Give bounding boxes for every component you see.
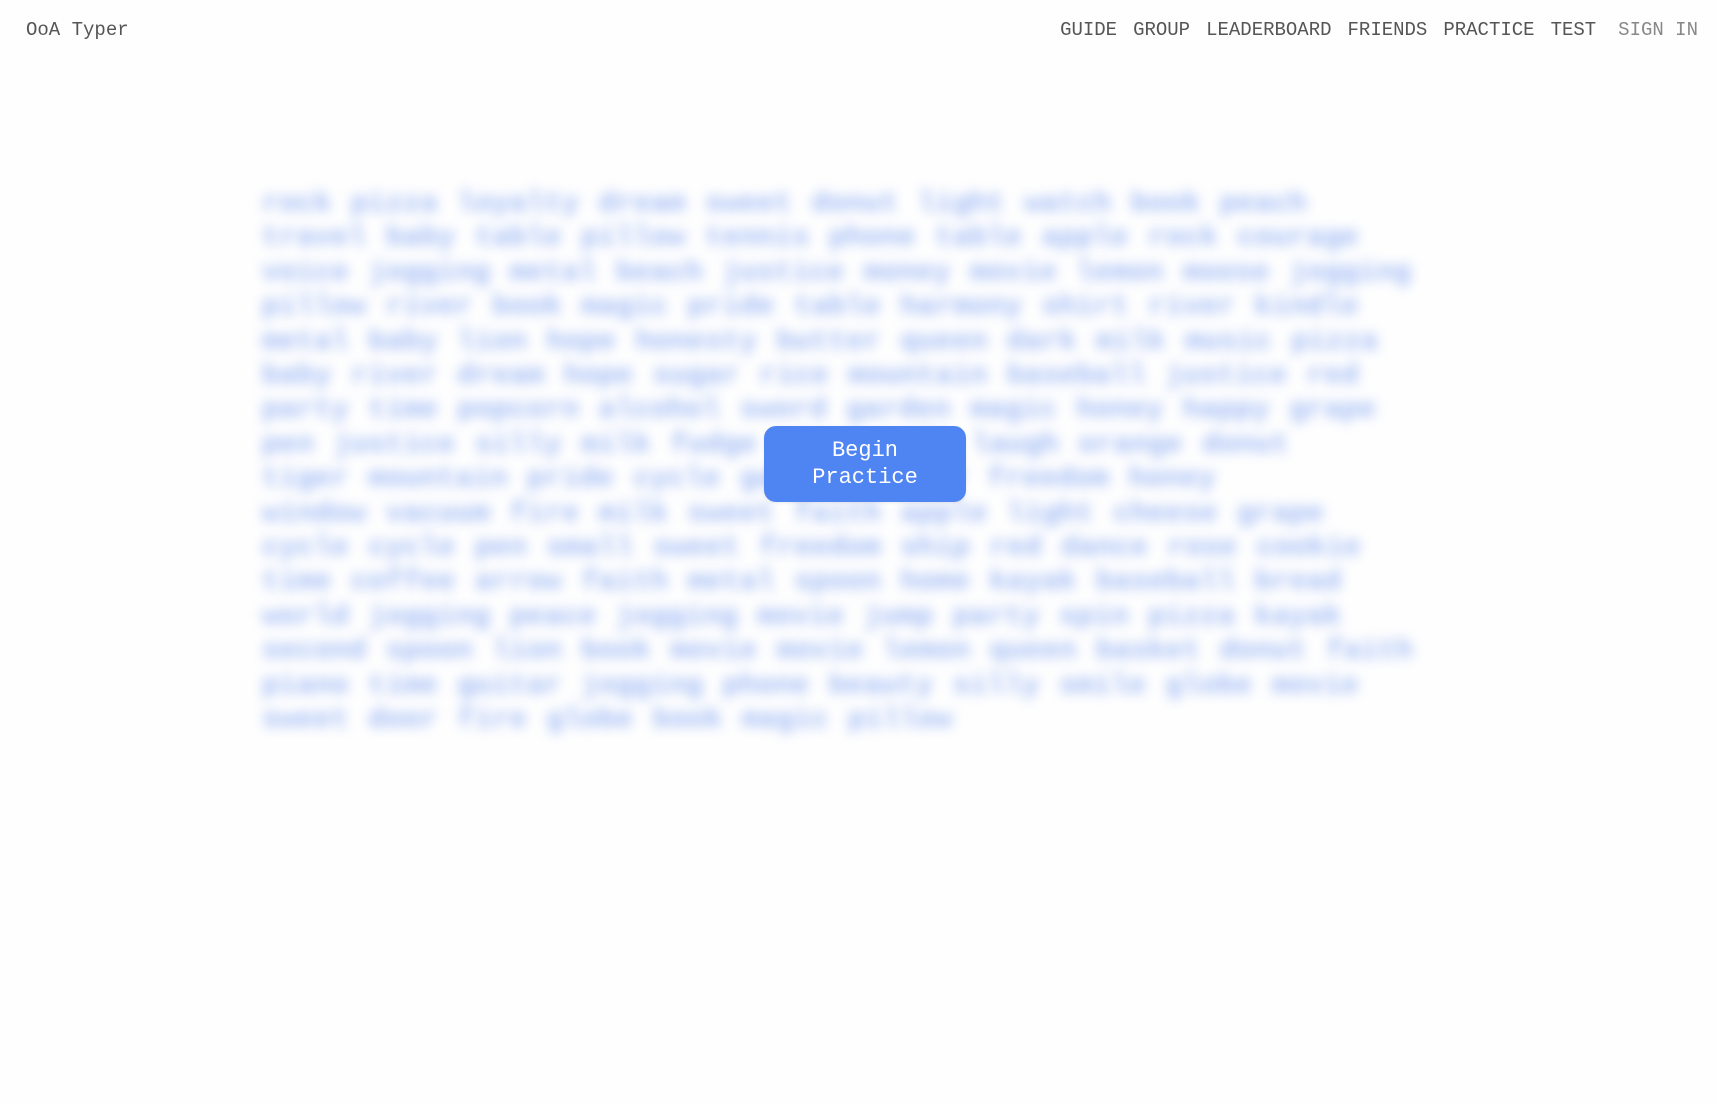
word-line: pillow river book magic pride table harm…: [262, 290, 1359, 324]
word-line: rock pizza loyalty dream sweet donut lig…: [262, 187, 1307, 220]
nav-leaderboard-link[interactable]: LEADERBOARD: [1206, 19, 1331, 41]
word-line: second spoon lion book movie movie lemon…: [262, 634, 1414, 668]
word-line: piano time guitar jogging phone beauty s…: [262, 668, 1359, 702]
begin-practice-button[interactable]: Begin Practice: [764, 426, 966, 502]
word-line: travel baby table pillow tennis phone ta…: [262, 221, 1359, 255]
nav-test-link[interactable]: TEST: [1551, 19, 1597, 41]
nav-links: GUIDE GROUP LEADERBOARD FRIENDS PRACTICE…: [1044, 19, 1698, 41]
brand-logo-link[interactable]: OoA Typer: [26, 19, 129, 41]
word-line: voice jogging metal beach justice money …: [262, 255, 1412, 289]
word-line: sweet door fire globe book magic pillow: [262, 703, 953, 737]
word-line: baby river dream hope sugar rice mountai…: [262, 359, 1359, 393]
nav-practice-link[interactable]: PRACTICE: [1443, 19, 1534, 41]
begin-practice-label: Begin Practice: [812, 438, 918, 490]
nav-friends-link[interactable]: FRIENDS: [1348, 19, 1428, 41]
word-line: world jogging peace jogging movie jump p…: [262, 599, 1342, 633]
top-navbar: OoA Typer GUIDE GROUP LEADERBOARD FRIEND…: [0, 0, 1717, 62]
word-line: cycle cycle pen small sweet freedom ship…: [262, 531, 1361, 565]
nav-group-link[interactable]: GROUP: [1133, 19, 1190, 41]
nav-guide-link[interactable]: GUIDE: [1060, 19, 1117, 41]
word-line: metal baby lion hope honesty butter quee…: [262, 324, 1379, 358]
page: OoA Typer GUIDE GROUP LEADERBOARD FRIEND…: [0, 0, 1717, 1104]
word-line: party time popcorn alcohol sword garden …: [262, 393, 1377, 427]
sign-in-link[interactable]: SIGN IN: [1618, 19, 1698, 41]
word-line: time coffee arrow faith metal spoon home…: [262, 565, 1342, 599]
